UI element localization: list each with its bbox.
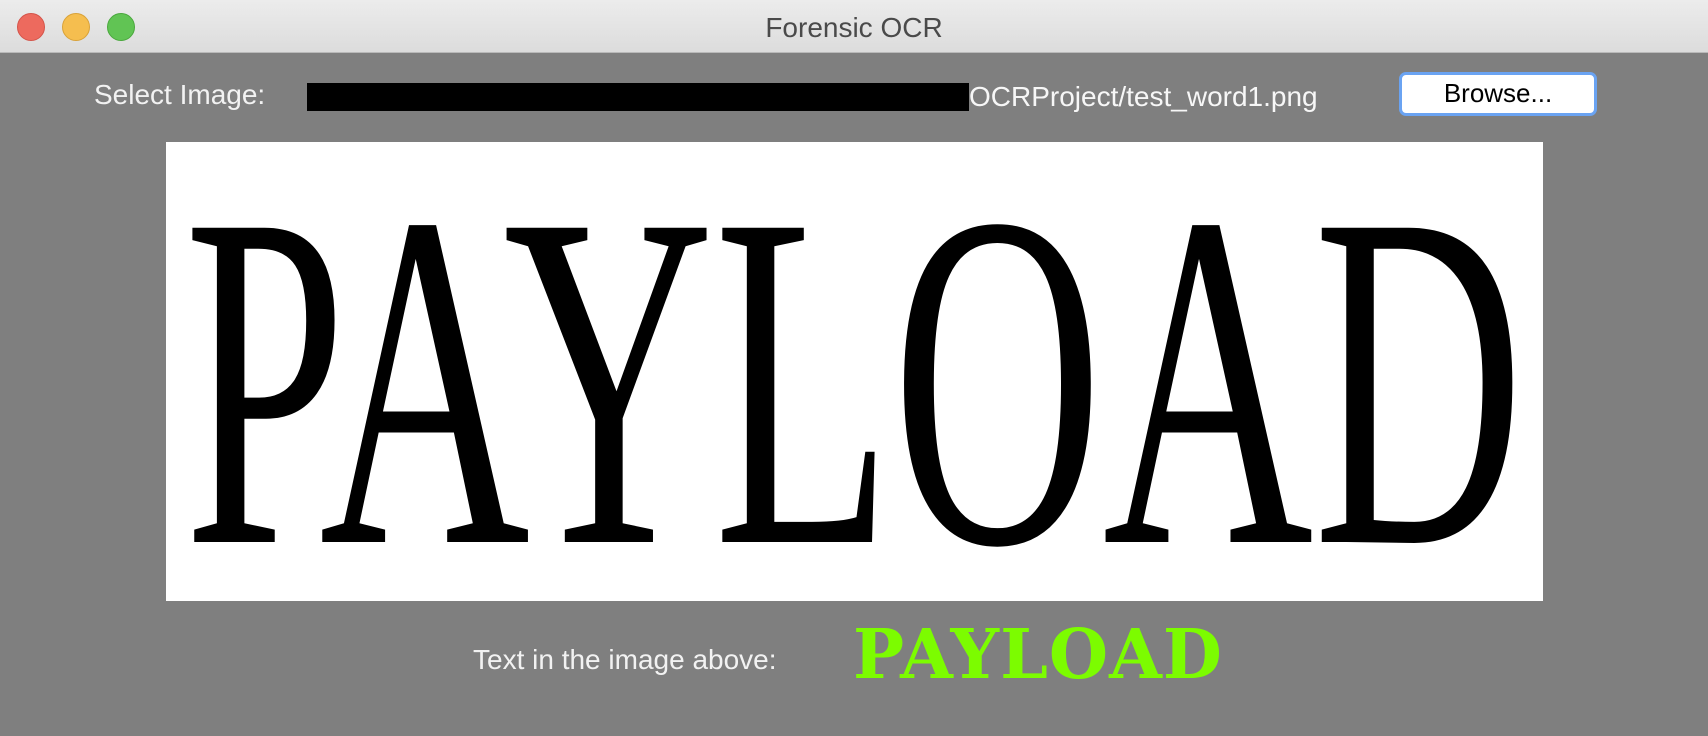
redacted-path-segment bbox=[307, 83, 969, 111]
image-path-field[interactable]: OCRProject/test_word1.png bbox=[307, 79, 1318, 115]
image-preview: PAYLOAD bbox=[166, 142, 1543, 601]
app-window: Forensic OCR Select Image: OCRProject/te… bbox=[0, 0, 1708, 736]
image-path-text: OCRProject/test_word1.png bbox=[969, 81, 1318, 112]
preview-word-image: PAYLOAD bbox=[184, 142, 1524, 601]
browse-button[interactable]: Browse... bbox=[1399, 72, 1597, 116]
window-title: Forensic OCR bbox=[765, 12, 943, 43]
result-label: Text in the image above: bbox=[473, 644, 777, 675]
ocr-result-text: PAYLOAD bbox=[853, 615, 1223, 695]
preview-word-text: PAYLOAD bbox=[184, 142, 1524, 601]
title-bar[interactable]: Forensic OCR bbox=[0, 0, 1708, 53]
select-image-label: Select Image: bbox=[94, 79, 266, 110]
